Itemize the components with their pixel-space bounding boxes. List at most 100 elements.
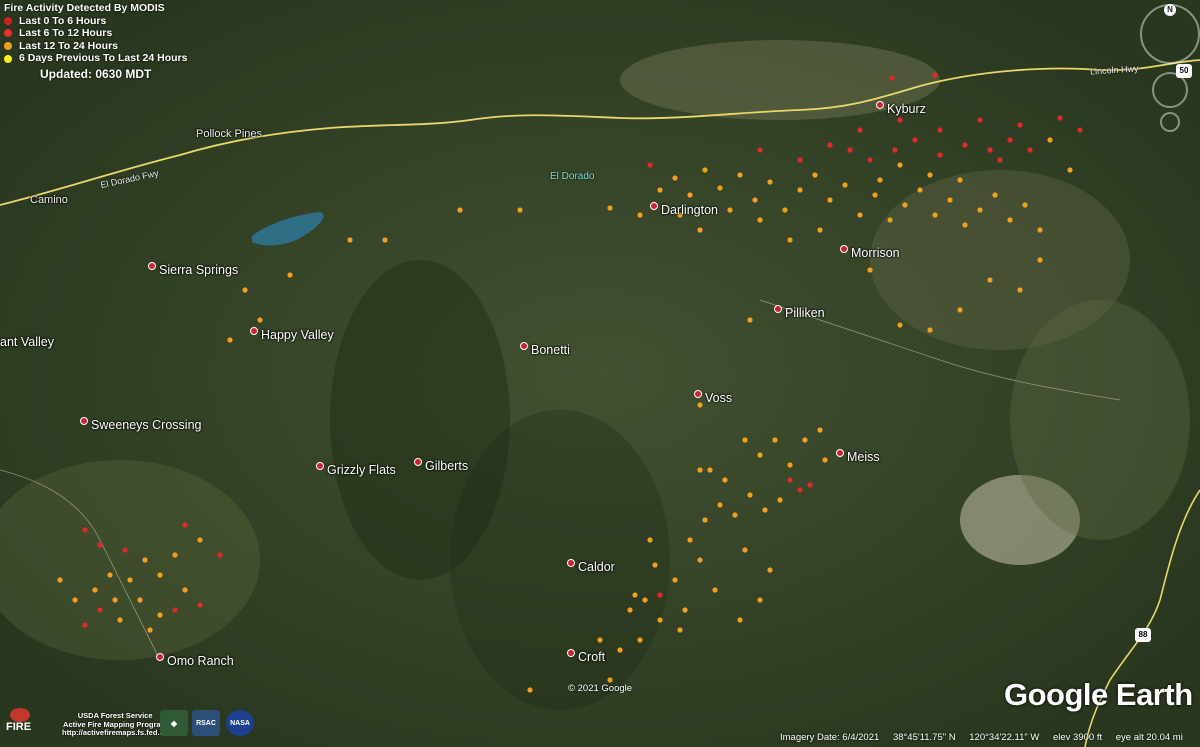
fire-detection-marker — [742, 437, 748, 443]
fire-detection-marker — [242, 287, 248, 293]
eye-altitude-readout: eye alt 20.04 mi — [1115, 732, 1183, 743]
fire-detection-marker — [897, 117, 903, 123]
place-grizzly-flats[interactable]: Grizzly Flats — [316, 461, 396, 477]
place-happy-valley[interactable]: Happy Valley — [250, 326, 334, 342]
place-kyburz[interactable]: Kyburz — [876, 100, 926, 116]
fire-detection-marker — [797, 187, 803, 193]
place-voss[interactable]: Voss — [694, 389, 732, 405]
fire-detection-marker — [787, 477, 793, 483]
fire-detection-marker — [147, 627, 153, 633]
fire-detection-marker — [647, 162, 653, 168]
latitude-readout: 38°45'11.75" N — [892, 732, 956, 743]
legend-item: 6 Days Previous To Last 24 Hours — [4, 52, 187, 65]
fire-detection-marker — [127, 577, 133, 583]
fire-detection-marker — [737, 617, 743, 623]
fire-detection-marker — [697, 227, 703, 233]
place-label: Caldor — [578, 560, 615, 574]
legend-label: Last 12 To 24 Hours — [19, 39, 119, 52]
place-camino[interactable]: Camino — [30, 194, 68, 206]
place-pollock-pines[interactable]: Pollock Pines — [196, 128, 262, 140]
place-bonetti[interactable]: Bonetti — [520, 341, 570, 357]
place-ant-valley[interactable]: ant Valley — [0, 335, 54, 349]
place-label: Pilliken — [785, 306, 825, 320]
fire-detection-marker — [182, 587, 188, 593]
fire-detection-marker — [937, 152, 943, 158]
place-caldor[interactable]: Caldor — [567, 558, 615, 574]
fire-detection-marker — [457, 207, 463, 213]
hwy88-shield-icon: 88 — [1135, 628, 1151, 642]
fire-detection-marker — [657, 617, 663, 623]
fire-detection-marker — [117, 617, 123, 623]
place-label: Sierra Springs — [159, 263, 239, 277]
fire-detection-marker — [857, 127, 863, 133]
fire-detection-marker — [807, 482, 813, 488]
place-label: Grizzly Flats — [327, 463, 396, 477]
fire-detection-marker — [717, 502, 723, 508]
elevation-readout: elev 3900 ft — [1052, 732, 1103, 743]
place-label: Darlington — [661, 203, 718, 217]
nasa-logo: NASA — [226, 710, 254, 736]
fire-detection-marker — [1057, 115, 1063, 121]
fire-detection-marker — [917, 187, 923, 193]
place-pin-icon — [80, 416, 88, 425]
fire-detection-marker — [607, 677, 613, 683]
fire-detection-marker — [817, 427, 823, 433]
fire-detection-marker — [937, 127, 943, 133]
fire-detection-marker — [737, 172, 743, 178]
place-label: Sweeneys Crossing — [91, 418, 202, 432]
place-label: Camino — [30, 194, 68, 206]
fire-detection-marker — [1022, 202, 1028, 208]
fire-detection-marker — [637, 637, 643, 643]
place-sweeneys-crossing[interactable]: Sweeneys Crossing — [80, 416, 202, 432]
place-sierra-springs[interactable]: Sierra Springs — [148, 261, 239, 277]
fire-detection-marker — [757, 147, 763, 153]
fire-detection-marker — [697, 557, 703, 563]
fire-logo-text: FIRE — [6, 721, 32, 733]
fire-detection-marker — [1037, 257, 1043, 263]
fire-detection-marker — [987, 147, 993, 153]
place-pilliken[interactable]: Pilliken — [774, 304, 825, 320]
fire-detection-marker — [732, 512, 738, 518]
fire-detection-marker — [712, 587, 718, 593]
fire-detection-marker — [517, 207, 523, 213]
map-view[interactable]: Fire Activity Detected By MODIS Last 0 T… — [0, 0, 1200, 747]
fire-detection-marker — [877, 177, 883, 183]
place-gilberts[interactable]: Gilberts — [414, 457, 468, 473]
fire-detection-marker — [657, 187, 663, 193]
legend-dot-yellow — [4, 54, 12, 63]
fire-detection-marker — [97, 542, 103, 548]
place-omo-ranch[interactable]: Omo Ranch — [156, 652, 234, 668]
fire-detection-marker — [672, 175, 678, 181]
legend-title: Fire Activity Detected By MODIS — [4, 2, 165, 14]
fire-detection-marker — [227, 337, 233, 343]
place-morrison[interactable]: Morrison — [840, 244, 900, 260]
place-croft[interactable]: Croft — [567, 648, 605, 664]
fire-detection-marker — [607, 205, 613, 211]
fire-detection-marker — [197, 602, 203, 608]
fire-detection-marker — [137, 597, 143, 603]
rsac-logo: RSAC — [192, 710, 220, 736]
fire-detection-marker — [107, 572, 113, 578]
fire-detection-marker — [717, 185, 723, 191]
fire-detection-marker — [747, 317, 753, 323]
status-bar: Imagery Date: 6/4/2021 38°45'11.75" N 12… — [780, 732, 1194, 743]
look-joystick-icon[interactable] — [1152, 72, 1188, 108]
fire-detection-marker — [97, 607, 103, 613]
updated-time: Updated: 0630 MDT — [40, 67, 152, 81]
place-meiss[interactable]: Meiss — [836, 448, 880, 464]
fire-detection-marker — [197, 537, 203, 543]
fire-detection-marker — [142, 557, 148, 563]
compass-icon[interactable]: N — [1140, 4, 1200, 64]
fire-detection-marker — [677, 627, 683, 633]
fire-detection-marker — [827, 142, 833, 148]
zoom-control-icon[interactable] — [1160, 112, 1180, 132]
fire-detection-marker — [867, 267, 873, 273]
fire-detection-marker — [642, 597, 648, 603]
place-darlington[interactable]: Darlington — [650, 201, 718, 217]
credit-line: http://activefiremaps.fs.fed.us — [62, 728, 169, 738]
fire-detection-marker — [997, 157, 1003, 163]
satellite-terrain — [0, 0, 1200, 747]
fire-detection-marker — [957, 307, 963, 313]
fire-detection-marker — [627, 607, 633, 613]
legend-item: Last 12 To 24 Hours — [4, 40, 187, 53]
